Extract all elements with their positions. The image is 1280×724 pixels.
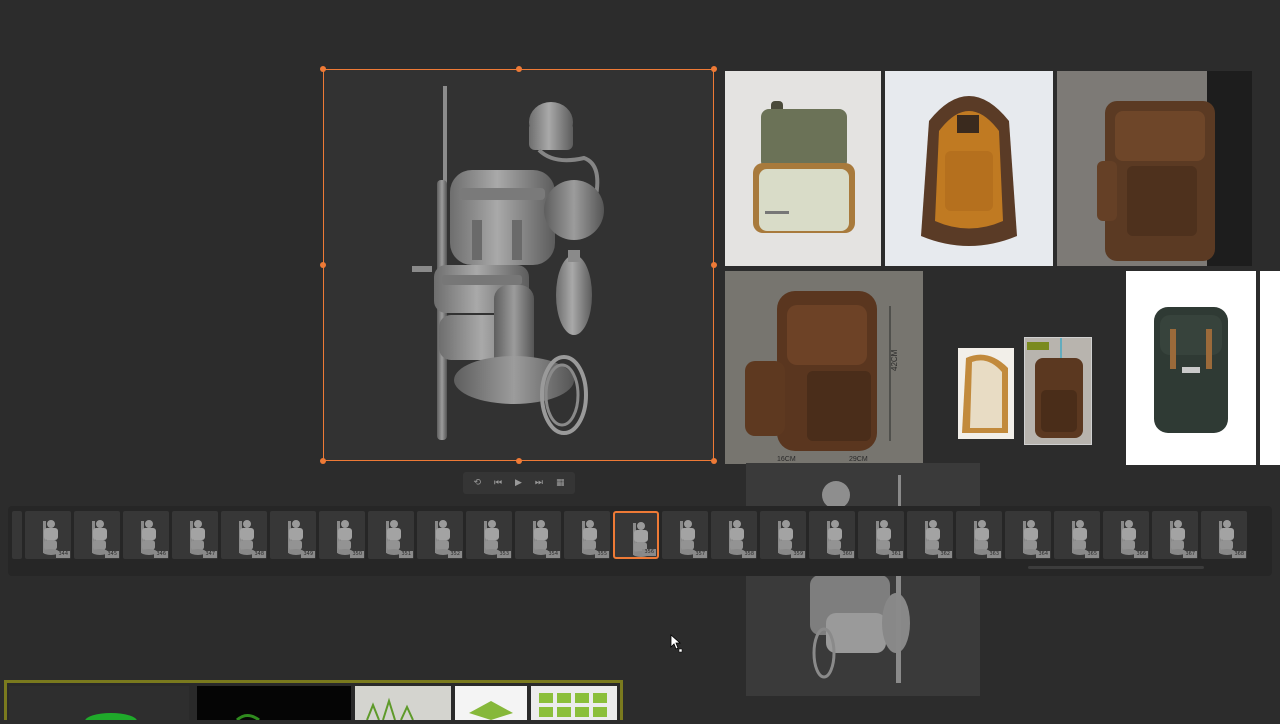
filmstrip-frame[interactable]: 356	[613, 511, 659, 559]
filmstrip-frame[interactable]: 361	[858, 511, 904, 559]
resize-handle-top[interactable]	[516, 66, 522, 72]
frame-number-badge: 345	[105, 551, 119, 558]
filmstrip-frame[interactable]: 365	[1054, 511, 1100, 559]
texture-thumbnails	[9, 686, 617, 724]
orange-the-north-face-backpack-photo	[921, 96, 1017, 246]
frame-number-badge: 367	[1183, 551, 1197, 558]
skip-back-icon[interactable]: ⏮	[494, 478, 502, 488]
filmstrip-frame[interactable]: 345	[74, 511, 120, 559]
frame-number-badge: 349	[301, 551, 315, 558]
filmstrip-frame[interactable]: 346	[123, 511, 169, 559]
filmstrip-frame[interactable]: 352	[417, 511, 463, 559]
filmstrip-frame[interactable]: 358	[711, 511, 757, 559]
filmstrip-frame[interactable]: 357	[662, 511, 708, 559]
frame-number-badge: 353	[497, 551, 511, 558]
resize-handle-left[interactable]	[320, 262, 326, 268]
frame-number-badge: 358	[742, 551, 756, 558]
filmstrip-frame[interactable]: 355	[564, 511, 610, 559]
resize-handle-top-right[interactable]	[711, 66, 717, 72]
frame-number-badge: 357	[693, 551, 707, 558]
resize-handle-bottom-right[interactable]	[711, 458, 717, 464]
frame-number-badge: 366	[1134, 551, 1148, 558]
frame-number-badge: 356	[642, 549, 656, 556]
resize-handle-top-left[interactable]	[320, 66, 326, 72]
sculpt-viewport-selection[interactable]	[320, 66, 717, 464]
skip-forward-icon[interactable]: ⏭	[535, 478, 543, 488]
filmstrip-frame[interactable]: 349	[270, 511, 316, 559]
resize-handle-bottom-left[interactable]	[320, 458, 326, 464]
backpack-sculpt-preview	[810, 475, 910, 683]
filmstrip-frame[interactable]: 344	[25, 511, 71, 559]
tan-backpack-side-photo	[962, 354, 1008, 433]
filmstrip-scrollbar[interactable]	[1028, 566, 1204, 569]
filmstrip-frame[interactable]: 347	[172, 511, 218, 559]
mouse-cursor-icon	[670, 634, 683, 653]
frame-number-badge: 360	[840, 551, 854, 558]
reference-image-orange-backpack[interactable]	[885, 71, 1053, 266]
filmstrip-frame-partial[interactable]	[12, 511, 22, 559]
backpack-sculpt-model	[412, 86, 604, 440]
filmstrip-frame[interactable]: 360	[809, 511, 855, 559]
frame-number-badge: 359	[791, 551, 805, 558]
playback-controls: ⟲ ⏮ ▶ ⏭ ▦	[463, 472, 575, 494]
dark-green-backpack-photo	[1154, 307, 1228, 433]
svg-text:16CM: 16CM	[777, 456, 796, 463]
filmstrip-frame[interactable]: 348	[221, 511, 267, 559]
filmstrip-frame[interactable]: 363	[956, 511, 1002, 559]
resize-handle-bottom[interactable]	[516, 458, 522, 464]
loop-icon[interactable]: ⟲	[473, 478, 481, 488]
frame-number-badge: 354	[546, 551, 560, 558]
frame-number-badge: 364	[1036, 551, 1050, 558]
filmstrip-frame[interactable]: 368	[1201, 511, 1247, 559]
filmstrip-frame[interactable]: 351	[368, 511, 414, 559]
play-icon[interactable]: ▶	[515, 478, 522, 488]
frame-number-badge: 350	[350, 551, 364, 558]
reference-image-leather-backpack-dimensions[interactable]: 42CM 16CM 29CM	[725, 271, 923, 464]
grid-icon[interactable]: ▦	[556, 478, 565, 488]
frame-number-badge: 365	[1085, 551, 1099, 558]
svg-text:29CM: 29CM	[849, 456, 868, 463]
frame-number-badge: 348	[252, 551, 266, 558]
filmstrip-frame[interactable]: 350	[319, 511, 365, 559]
frame-number-badge: 344	[56, 551, 70, 558]
frame-number-badge: 363	[987, 551, 1001, 558]
frame-number-badge: 347	[203, 551, 217, 558]
filmstrip-frame[interactable]: 353	[466, 511, 512, 559]
brown-leather-backpack-dimensions-photo: 42CM 16CM 29CM	[745, 291, 899, 463]
resize-handle-right[interactable]	[711, 262, 717, 268]
texture-image-strip	[4, 680, 623, 724]
filmstrip-frame[interactable]: 367	[1152, 511, 1198, 559]
filmstrip-frame[interactable]: 364	[1005, 511, 1051, 559]
frame-number-badge: 355	[595, 551, 609, 558]
frame-number-badge: 351	[399, 551, 413, 558]
frame-number-badge: 362	[938, 551, 952, 558]
svg-text:42CM: 42CM	[890, 349, 899, 371]
frame-preview-panel	[746, 463, 980, 696]
frame-number-badge: 361	[889, 551, 903, 558]
filmstrip-frame[interactable]: 359	[760, 511, 806, 559]
reference-image-olive-backpack[interactable]	[725, 71, 881, 266]
filmstrip-timeline: 344 345 346 347 348 349 350 351 352 353 354 355 356 3…	[8, 506, 1272, 576]
reference-image-leather-backpack-small[interactable]	[1024, 337, 1092, 445]
frame-number-badge: 352	[448, 551, 462, 558]
brown-leather-backpack-small-photo	[1027, 338, 1083, 438]
frame-number-badge: 346	[154, 551, 168, 558]
filmstrip-frames: 344 345 346 347 348 349 350 351 352 353 354 355 356 3…	[12, 511, 1268, 561]
brown-leather-backpack-worn-photo	[1097, 71, 1252, 266]
filmstrip-frame[interactable]: 362	[907, 511, 953, 559]
reference-image-leather-backpack-worn[interactable]	[1057, 71, 1252, 266]
filmstrip-frame[interactable]: 354	[515, 511, 561, 559]
frame-number-badge: 368	[1232, 551, 1246, 558]
olive-rolltop-backpack-photo	[753, 101, 855, 233]
reference-image-dark-green-backpack[interactable]	[1126, 271, 1256, 465]
reference-image-tan-backpack[interactable]	[958, 348, 1014, 439]
filmstrip-frame[interactable]: 366	[1103, 511, 1149, 559]
reference-image-clipped[interactable]	[1260, 271, 1280, 465]
